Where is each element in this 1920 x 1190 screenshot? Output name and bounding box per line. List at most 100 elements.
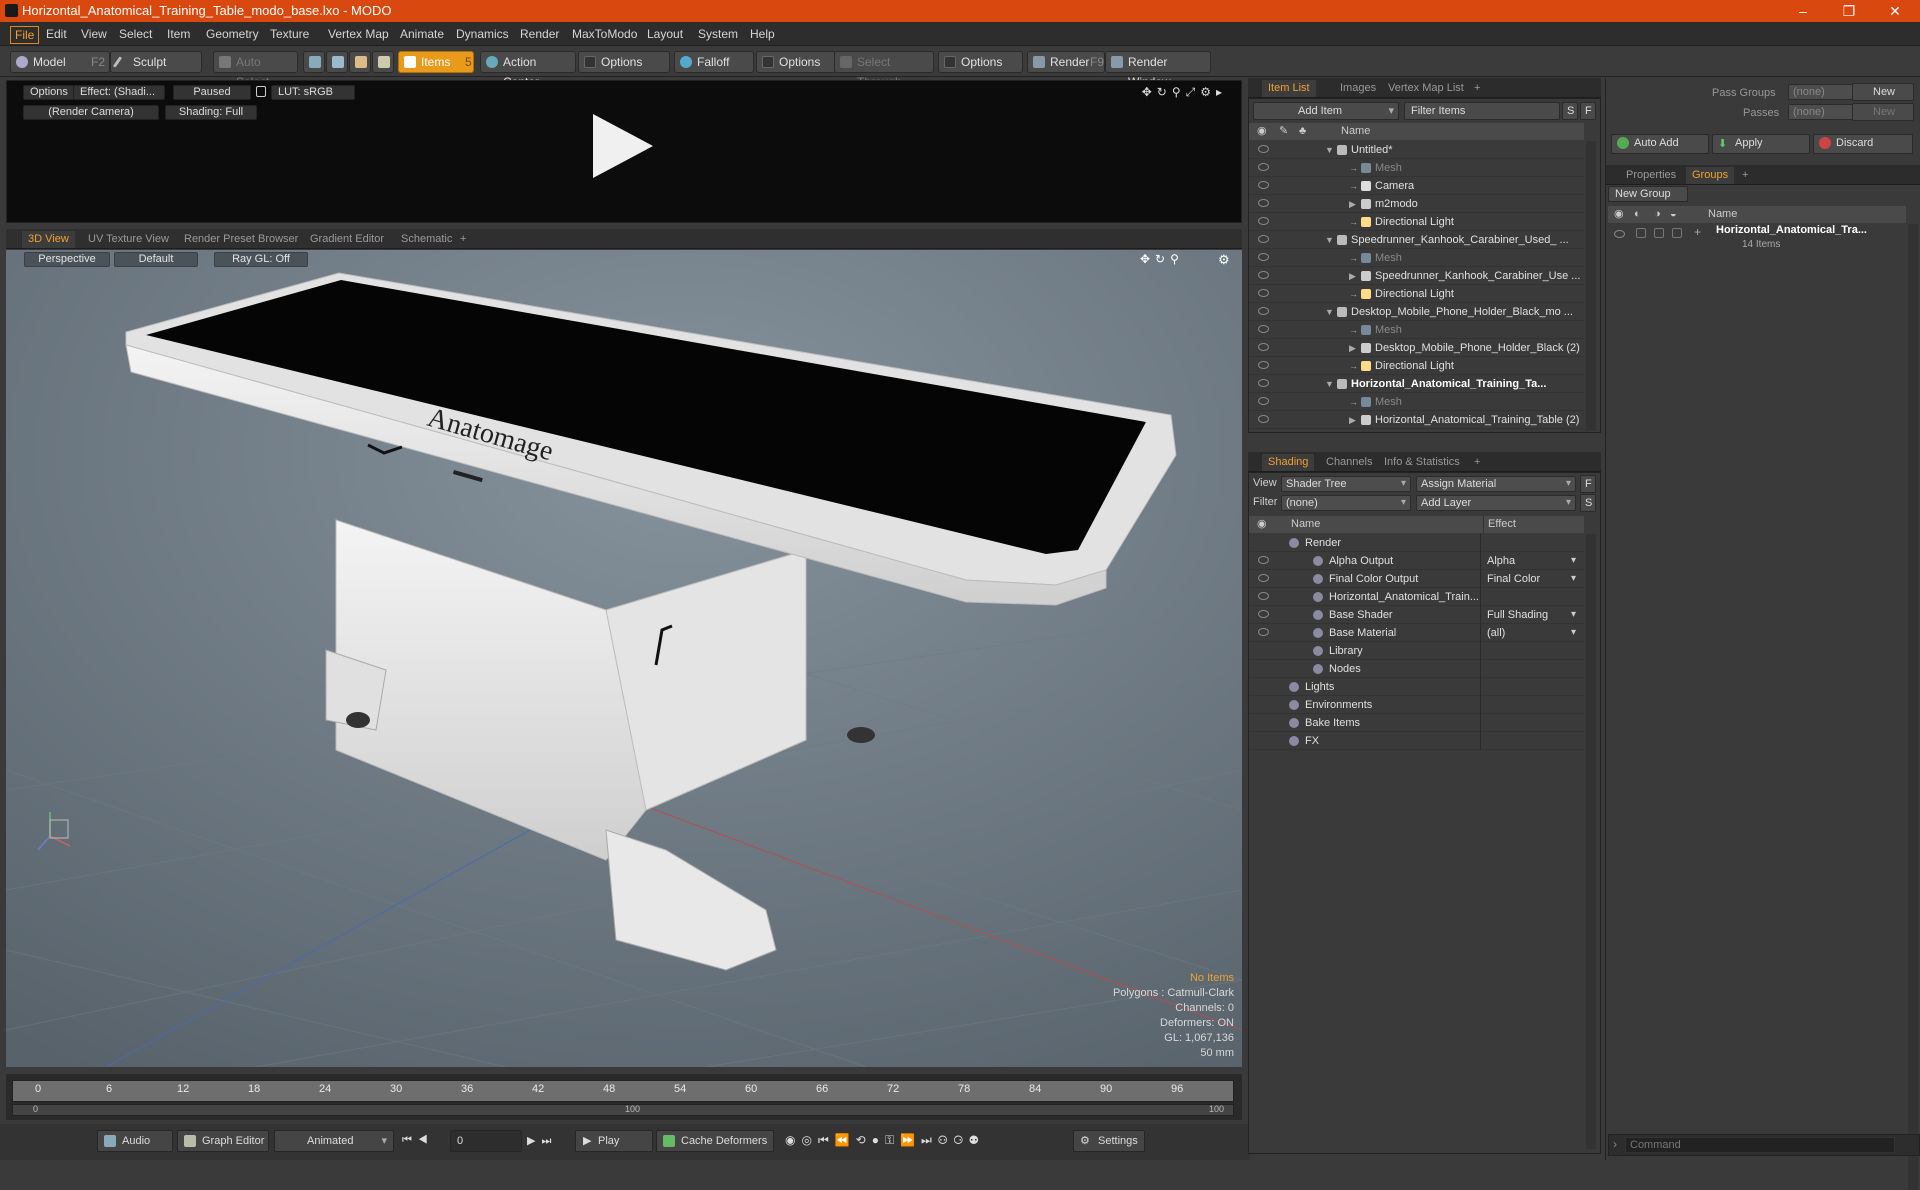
assign-material-dropdown[interactable]: Assign Material: [1416, 476, 1576, 492]
groups-scrollbar[interactable]: [1908, 224, 1918, 1190]
menu-layout[interactable]: Layout: [643, 26, 687, 42]
expand-arrow-icon[interactable]: ▶: [1349, 195, 1356, 213]
tab-shading[interactable]: Shading: [1262, 454, 1315, 471]
expand-arrow-icon[interactable]: →: [1349, 321, 1358, 339]
tab-3d-view[interactable]: 3D View: [22, 231, 75, 248]
shader-tree-row[interactable]: Base Shader Full Shading ▾: [1249, 606, 1584, 624]
expand-arrow-icon[interactable]: →: [1349, 159, 1358, 177]
menu-animate[interactable]: Animate: [396, 26, 448, 42]
settings-button[interactable]: ⚙ Settings: [1073, 1130, 1145, 1152]
menu-help[interactable]: Help: [746, 26, 779, 42]
menu-item[interactable]: Item: [163, 26, 194, 42]
item-list-row[interactable]: → Mesh: [1249, 159, 1584, 177]
eye-icon[interactable]: [1258, 592, 1269, 600]
item-list-row[interactable]: ▼ Horizontal_Anatomical_Training_Ta...: [1249, 375, 1584, 393]
tab-groups[interactable]: Groups: [1686, 167, 1735, 184]
eye-icon[interactable]: [1258, 163, 1269, 171]
add-tab-button[interactable]: +: [454, 231, 472, 248]
tab-render-preset-browser[interactable]: Render Preset Browser: [178, 231, 304, 248]
expand-arrow-icon[interactable]: →: [1349, 249, 1358, 267]
action-center-button[interactable]: Action Center: [480, 51, 576, 89]
eye-icon[interactable]: [1258, 415, 1269, 423]
item-list-row[interactable]: → Camera: [1249, 177, 1584, 195]
lut-dropdown[interactable]: LUT: sRGB: [271, 85, 355, 100]
lock-icon[interactable]: [256, 86, 266, 97]
item-list-row[interactable]: → Mesh: [1249, 321, 1584, 339]
shader-tree-dropdown[interactable]: Shader Tree: [1281, 476, 1411, 492]
item-list-row[interactable]: ▶ m2modo: [1249, 195, 1584, 213]
tab-schematic[interactable]: Schematic: [395, 231, 458, 248]
step-back-icons[interactable]: ⏮◀: [402, 1134, 434, 1147]
tab-vertex-map-list[interactable]: Vertex Map List: [1382, 80, 1470, 97]
minimize-button[interactable]: –: [1780, 0, 1826, 22]
add-right-tab-button[interactable]: +: [1736, 167, 1754, 184]
expand-arrow-icon[interactable]: ▶: [1349, 411, 1356, 429]
shading-f-button[interactable]: F: [1580, 475, 1596, 493]
menu-maxtomodo[interactable]: MaxToModo: [568, 26, 641, 42]
effect-dropdown[interactable]: Full Shading: [1487, 606, 1567, 624]
item-list-row[interactable]: ▶ Desktop_Mobile_Phone_Holder_Black (2): [1249, 339, 1584, 357]
eye-icon[interactable]: [1258, 325, 1269, 333]
eye-icon[interactable]: [1258, 343, 1269, 351]
shader-tree-row[interactable]: Nodes: [1249, 660, 1584, 678]
eye-icon[interactable]: [1258, 610, 1269, 618]
item-list-row[interactable]: → Directional Light: [1249, 285, 1584, 303]
perspective-dropdown[interactable]: Perspective: [24, 252, 110, 267]
expand-arrow-icon[interactable]: →: [1349, 393, 1358, 411]
shading-dropdown[interactable]: Shading: Full: [165, 105, 257, 120]
menu-view[interactable]: View: [77, 26, 111, 42]
new-group-button[interactable]: New Group: [1608, 186, 1688, 202]
expand-arrow-icon[interactable]: →: [1349, 177, 1358, 195]
item-list-row[interactable]: → Directional Light: [1249, 213, 1584, 231]
render-window-button[interactable]: Render Window: [1105, 51, 1211, 89]
close-button[interactable]: ✕: [1872, 0, 1918, 22]
expand-icon[interactable]: +: [1694, 225, 1701, 239]
item-list-row[interactable]: → Mesh: [1249, 249, 1584, 267]
effect-dropdown[interactable]: Effect: (Shadi...: [73, 85, 165, 100]
timeline[interactable]: 0 6 12 18 24 30 36 42 48 54 60 66 72 78 84 90 96 0 100 1…: [6, 1074, 1242, 1120]
raygl-dropdown[interactable]: Ray GL: Off: [214, 252, 308, 267]
shader-tree-scrollbar[interactable]: [1586, 534, 1596, 1149]
eye-icon[interactable]: [1258, 235, 1269, 243]
shader-tree-row[interactable]: Bake Items: [1249, 714, 1584, 732]
auto-add-button[interactable]: Auto Add: [1611, 134, 1709, 154]
animated-dropdown[interactable]: Animated ▾: [274, 1130, 394, 1152]
eye-icon[interactable]: [1258, 397, 1269, 405]
collapse-arrow-icon[interactable]: ▼: [1325, 303, 1334, 321]
eye-icon[interactable]: [1258, 253, 1269, 261]
falloff-button[interactable]: Falloff: [674, 51, 754, 73]
audio-button[interactable]: Audio: [97, 1130, 173, 1152]
select-toggle[interactable]: [1672, 228, 1682, 238]
tab-gradient-editor[interactable]: Gradient Editor: [304, 231, 390, 248]
timeline-range-bar[interactable]: 0 100 100: [12, 1104, 1234, 1116]
item-list-row[interactable]: → Mesh: [1249, 393, 1584, 411]
group-row[interactable]: + Horizontal_Anatomical_Tra... 14 Items: [1608, 224, 1906, 260]
action-center-options-button[interactable]: Options: [578, 51, 670, 73]
item-list-row[interactable]: ▼ Desktop_Mobile_Phone_Holder_Black_mo ..…: [1249, 303, 1584, 321]
discard-button[interactable]: Discard: [1813, 134, 1913, 154]
filter-f-button[interactable]: F: [1580, 102, 1596, 120]
paused-toggle[interactable]: Paused: [173, 85, 251, 100]
item-list-row[interactable]: ▼ Untitled*: [1249, 141, 1584, 159]
item-list-scrollbar[interactable]: [1586, 141, 1596, 431]
tab-item-list[interactable]: Item List: [1262, 80, 1316, 97]
menu-file[interactable]: File: [10, 26, 40, 44]
tab-properties[interactable]: Properties: [1620, 167, 1682, 184]
shader-tree-row[interactable]: Alpha Output Alpha ▾: [1249, 552, 1584, 570]
tab-channels[interactable]: Channels: [1320, 454, 1378, 471]
lock-toggle[interactable]: [1654, 228, 1664, 238]
select-through-button[interactable]: Select Through: [834, 51, 934, 89]
effect-dropdown[interactable]: Final Color: [1487, 570, 1567, 588]
eye-icon[interactable]: [1614, 230, 1625, 238]
polygon-select-button[interactable]: [349, 51, 371, 73]
menu-edit[interactable]: Edit: [42, 26, 71, 42]
timeline-ruler[interactable]: 0 6 12 18 24 30 36 42 48 54 60 66 72 78 84 90 96: [12, 1080, 1234, 1102]
item-list-row[interactable]: ▼ Speedrunner_Kanhook_Carabiner_Used_ ...: [1249, 231, 1584, 249]
play-button[interactable]: ▶ Play: [575, 1130, 653, 1152]
shader-tree-row[interactable]: Horizontal_Anatomical_Train...: [1249, 588, 1584, 606]
add-item-button[interactable]: Add Item ▾: [1253, 102, 1399, 120]
select-through-options-button[interactable]: Options: [938, 51, 1023, 73]
model-mode-button[interactable]: Model F2: [10, 51, 110, 73]
shader-tree-row[interactable]: Lights: [1249, 678, 1584, 696]
expand-arrow-icon[interactable]: →: [1349, 357, 1358, 375]
